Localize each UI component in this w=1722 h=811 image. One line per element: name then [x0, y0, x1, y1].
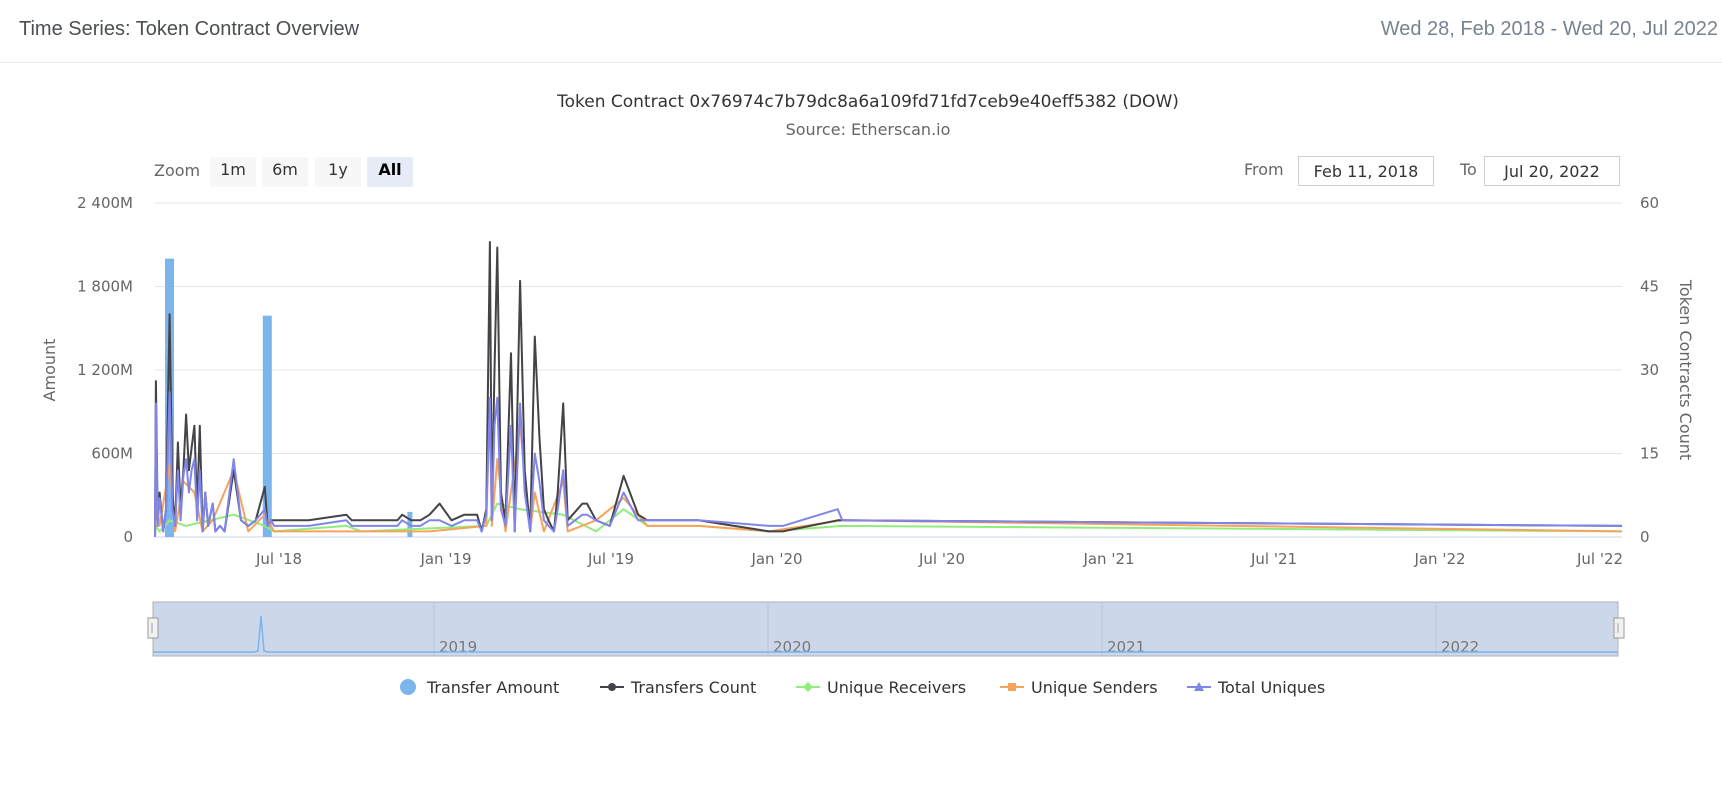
y-right-tick-2: 30	[1640, 361, 1659, 379]
navigator[interactable]: 2019 2020 2021 2022	[147, 601, 1625, 657]
legend-item-total-uniques[interactable]: Total Uniques	[1187, 678, 1325, 697]
x-tick-8: Jul '22	[1576, 550, 1623, 568]
chart-title: Token Contract 0x76974c7b79dc8a6a109fd71…	[556, 92, 1179, 112]
transfer-amount-bar	[266, 315, 272, 537]
chart-svg: Token Contract 0x76974c7b79dc8a6a109fd71…	[40, 92, 1695, 697]
x-tick-7: Jan '22	[1413, 550, 1465, 568]
x-tick-3: Jan '20	[750, 550, 802, 568]
zoom-label: Zoom	[154, 161, 200, 180]
date-range-text: Wed 28, Feb 2018 - Wed 20, Jul 2022	[1380, 18, 1718, 40]
to-date-input[interactable]	[1484, 156, 1620, 186]
zoom-all-button[interactable]: All	[367, 157, 413, 187]
x-axis: Jul '18 Jan '19 Jul '19 Jan '20 Jul '20 …	[255, 550, 1623, 568]
navigator-tick-2021: 2021	[1107, 638, 1145, 656]
y-right-tick-3: 45	[1640, 278, 1659, 296]
y-right-tick-1: 15	[1640, 445, 1659, 463]
zoom-1m-label[interactable]: 1m	[220, 160, 246, 179]
y-left-tick-0: 0	[123, 528, 133, 546]
y-right-label: Token Contracts Count	[1676, 279, 1695, 460]
legend-label-unique-senders[interactable]: Unique Senders	[1031, 678, 1158, 697]
legend-symbol-transfer-amount	[400, 679, 416, 695]
navigator-tick-2019: 2019	[439, 638, 477, 656]
x-tick-1: Jan '19	[419, 550, 471, 568]
navigator-mask[interactable]	[152, 601, 1619, 657]
x-tick-6: Jul '21	[1250, 550, 1297, 568]
series-line-total-uniques	[154, 391, 1623, 538]
zoom-6m-button[interactable]: 6m	[262, 157, 308, 187]
series-line-unique-senders	[154, 396, 1623, 538]
page-header: Time Series: Token Contract Overview Wed…	[0, 0, 1722, 63]
legend-label-transfer-amount[interactable]: Transfer Amount	[426, 678, 559, 697]
navigator-tick-2022: 2022	[1441, 638, 1479, 656]
y-right-tick-4: 60	[1640, 194, 1659, 212]
y-axis-right: 0 15 30 45 60 Token Contracts Count	[1640, 194, 1695, 546]
gridlines	[155, 202, 1622, 538]
zoom-1y-label[interactable]: 1y	[328, 160, 348, 179]
legend-label-total-uniques[interactable]: Total Uniques	[1217, 678, 1325, 697]
legend: Transfer Amount Transfers Count Unique R…	[400, 678, 1325, 697]
y-left-tick-4: 2 400M	[77, 194, 133, 212]
y-left-tick-3: 1 800M	[77, 278, 133, 296]
chart-subtitle: Source: Etherscan.io	[786, 120, 951, 139]
y-right-tick-0: 0	[1640, 528, 1650, 546]
y-axis-left: 0 600M 1 200M 1 800M 2 400M Amount	[40, 194, 133, 546]
legend-item-unique-senders[interactable]: Unique Senders	[1000, 678, 1158, 697]
zoom-1m-button[interactable]: 1m	[210, 157, 256, 187]
y-left-label: Amount	[40, 339, 59, 402]
legend-item-transfer-amount[interactable]: Transfer Amount	[400, 678, 559, 697]
zoom-6m-label[interactable]: 6m	[272, 160, 298, 179]
legend-label-transfers-count[interactable]: Transfers Count	[630, 678, 756, 697]
navigator-handle-left-body[interactable]	[147, 617, 159, 639]
zoom-1y-button[interactable]: 1y	[315, 157, 361, 187]
navigator-handle-left[interactable]	[147, 617, 159, 639]
x-tick-2: Jul '19	[587, 550, 634, 568]
to-label: To	[1459, 160, 1477, 179]
x-tick-4: Jul '20	[918, 550, 965, 568]
x-tick-5: Jan '21	[1082, 550, 1134, 568]
legend-item-transfers-count[interactable]: Transfers Count	[600, 678, 756, 697]
from-date-input[interactable]	[1298, 156, 1434, 186]
legend-label-unique-receivers[interactable]: Unique Receivers	[827, 678, 966, 697]
navigator-handle-right[interactable]	[1613, 617, 1625, 639]
legend-symbol-transfers-count	[608, 683, 616, 691]
zoom-all-label[interactable]: All	[378, 160, 401, 179]
legend-symbol-unique-senders	[1008, 683, 1016, 691]
y-left-tick-1: 600M	[91, 445, 133, 463]
x-tick-0: Jul '18	[255, 550, 302, 568]
chart-container: Token Contract 0x76974c7b79dc8a6a109fd71…	[0, 63, 1722, 811]
legend-item-unique-receivers[interactable]: Unique Receivers	[796, 678, 966, 697]
from-label: From	[1244, 160, 1284, 179]
page-title: Time Series: Token Contract Overview	[19, 18, 360, 40]
y-left-tick-2: 1 200M	[77, 361, 133, 379]
navigator-handle-right-body[interactable]	[1613, 617, 1625, 639]
navigator-tick-2020: 2020	[773, 638, 811, 656]
legend-symbol-unique-receivers	[803, 682, 813, 692]
